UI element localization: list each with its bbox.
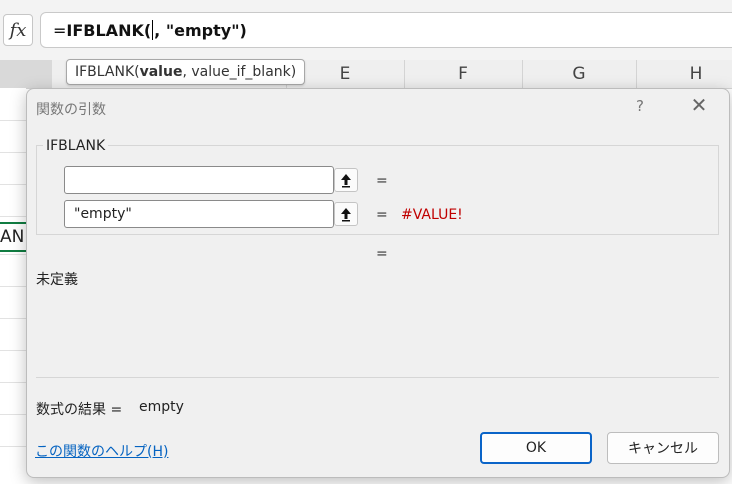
active-cell[interactable]: AN (0, 222, 26, 252)
close-icon[interactable]: ✕ (687, 93, 711, 117)
collapse-arrow-up-icon (341, 174, 351, 188)
overall-equals: = (376, 246, 388, 262)
function-help-link[interactable]: この関数のヘルプ(H) (35, 441, 168, 461)
formula-result-value: empty (139, 399, 184, 415)
row-gridline (0, 254, 26, 255)
column-header-h[interactable]: H (636, 60, 732, 88)
argument-equals: = (376, 207, 388, 223)
function-description: 未定義 (36, 272, 78, 288)
formula-function: IFBLANK( (66, 20, 152, 40)
column-divider (636, 60, 637, 88)
argument-value-if-blank-text: "empty" (74, 206, 132, 222)
formula-args: , "empty") (154, 20, 247, 40)
ref-select-button-value-if-blank[interactable] (334, 202, 358, 226)
tooltip-arg-current: value (139, 64, 183, 80)
collapse-arrow-up-icon (341, 208, 351, 222)
dialog-title: 関数の引数 (36, 102, 106, 118)
ok-button[interactable]: OK (480, 432, 592, 464)
argument-result-error: #VALUE! (401, 207, 463, 223)
row-gridline (0, 184, 26, 185)
row-gridline (0, 152, 26, 153)
argument-value-if-blank-field[interactable]: "empty" (64, 200, 334, 228)
row-gridline (0, 414, 26, 415)
worksheet-grid[interactable] (0, 88, 26, 484)
row-gridline (0, 216, 26, 217)
tooltip-function: IFBLANK( (75, 64, 140, 80)
text-caret (152, 20, 154, 40)
formula-prefix: = (53, 20, 67, 40)
function-tooltip[interactable]: IFBLANK(value, value_if_blank) (66, 59, 306, 85)
row-gridline (0, 120, 26, 121)
column-divider (522, 60, 523, 88)
tooltip-args-rest: , value_if_blank) (182, 64, 297, 80)
column-header-f[interactable]: F (404, 60, 522, 88)
select-all-corner[interactable] (0, 60, 52, 88)
dialog-divider (36, 377, 719, 378)
formula-input[interactable]: = IFBLANK(, "empty") (40, 12, 732, 48)
row-gridline (0, 382, 26, 383)
row-gridline (0, 318, 26, 319)
function-arguments-dialog: 関数の引数 ? ✕ IFBLANK = "empty" = #VALUE! = … (26, 88, 730, 478)
column-header-g[interactable]: G (522, 60, 636, 88)
cancel-button[interactable]: キャンセル (607, 432, 719, 464)
formula-bar: fx = IFBLANK(, "empty") (0, 0, 732, 60)
function-name-label: IFBLANK (43, 138, 109, 154)
row-gridline (0, 286, 26, 287)
formula-result-label: 数式の結果 = (36, 402, 123, 418)
help-icon[interactable]: ? (636, 97, 644, 115)
ref-select-button-value[interactable] (334, 168, 358, 192)
fx-icon: fx (9, 19, 27, 41)
insert-function-button[interactable]: fx (3, 14, 33, 46)
column-divider (404, 60, 405, 88)
argument-value-field[interactable] (64, 166, 334, 194)
argument-equals: = (376, 173, 388, 189)
row-gridline (0, 350, 26, 351)
row-gridline (0, 446, 26, 447)
